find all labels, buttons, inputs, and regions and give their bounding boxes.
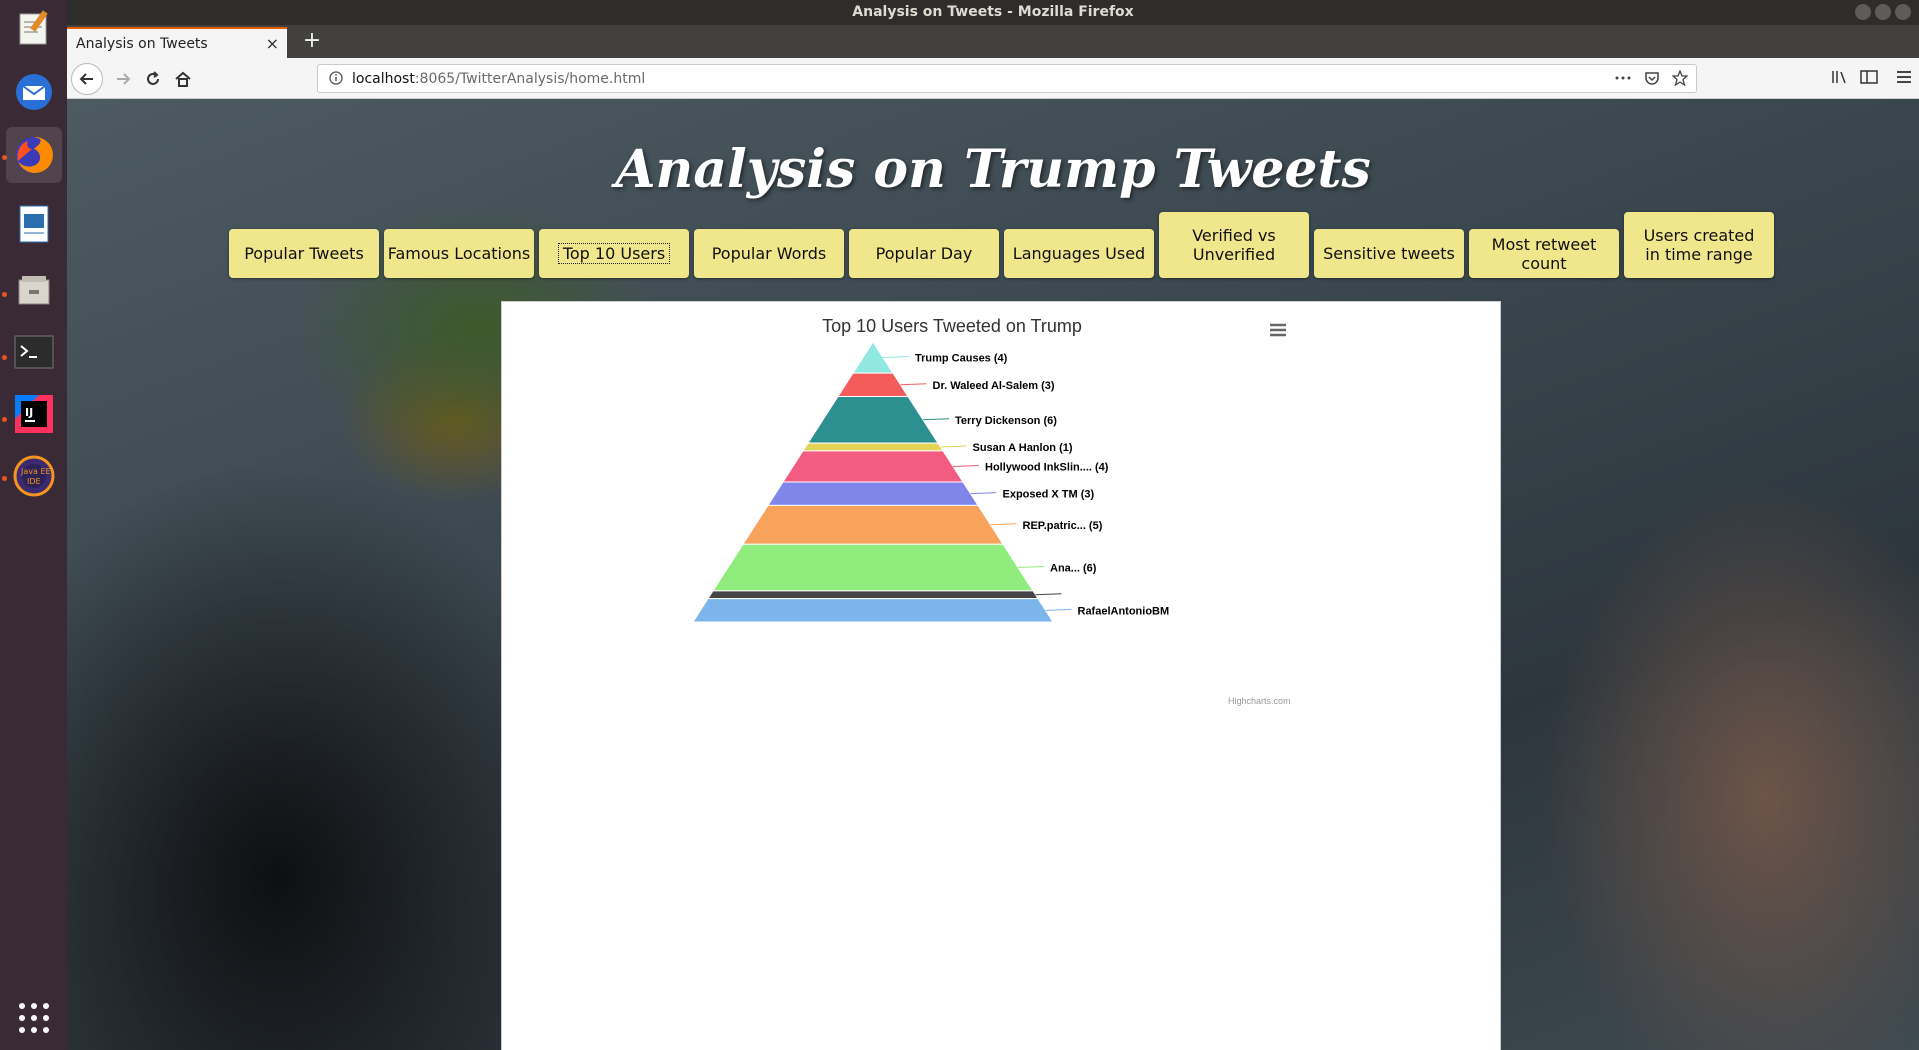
url-bar[interactable]: localhost:8065/TwitterAnalysis/home.html (317, 64, 1697, 93)
maximize-button[interactable] (1875, 4, 1891, 20)
libreoffice-impress-icon[interactable] (6, 196, 62, 252)
data-label: Trump Causes (4) (915, 353, 1008, 365)
java-ee-ide-icon[interactable]: Java EE IDE (6, 448, 62, 504)
connector-line (1017, 566, 1045, 569)
terminal-icon[interactable] (6, 324, 62, 380)
reload-icon (147, 71, 159, 85)
nav-most-retweet-count-button[interactable]: Most retweet count (1469, 229, 1619, 278)
url-path: :8065/TwitterAnalysis/home.html (414, 70, 646, 87)
data-label: Ana... (6) (1050, 563, 1097, 575)
window-titlebar: Analysis on Tweets - Mozilla Firefox (67, 0, 1919, 25)
connector-line (970, 492, 997, 495)
pyramid-segment[interactable] (692, 598, 1054, 623)
intellij-icon[interactable]: IJ (6, 386, 62, 442)
nav-top-10-users-button[interactable]: Top 10 Users (539, 229, 689, 278)
connector-line (990, 523, 1017, 526)
back-button[interactable] (71, 63, 103, 95)
pyramid-segment[interactable] (767, 481, 979, 506)
connector-line (940, 445, 967, 448)
pyramid-segment[interactable] (742, 504, 1004, 545)
nav-sensitive-tweets-button[interactable]: Sensitive tweets (1314, 229, 1464, 278)
pyramid-segment[interactable] (837, 372, 909, 397)
file-manager-icon[interactable] (6, 262, 62, 318)
url-host: localhost (352, 70, 415, 87)
chart-context-menu-icon[interactable] (1266, 320, 1290, 340)
pyramid-segment[interactable] (712, 543, 1034, 592)
back-arrow-icon (79, 73, 93, 85)
nav-famous-locations-button[interactable]: Famous Locations (384, 229, 534, 278)
nav-languages-used-button[interactable]: Languages Used (1004, 229, 1154, 278)
nav-popular-tweets-button[interactable]: Popular Tweets (229, 229, 379, 278)
pyramid-segment[interactable] (807, 395, 939, 444)
firefox-icon[interactable] (6, 127, 62, 183)
hamburger-menu-icon[interactable] (1895, 69, 1913, 89)
connector-line (922, 418, 950, 421)
chart-credits[interactable]: Highcharts.com (1228, 696, 1291, 706)
forward-arrow-icon (117, 73, 131, 85)
connector-line (1045, 608, 1072, 611)
browser-tab[interactable]: Analysis on Tweets × (67, 27, 287, 58)
nav-top-10-users-label: Top 10 Users (557, 243, 671, 264)
nav-popular-words-button[interactable]: Popular Words (694, 229, 844, 278)
pyramid-segment[interactable] (782, 450, 964, 483)
connector-line (1035, 593, 1062, 596)
pyramid-segment[interactable] (802, 442, 944, 452)
data-label: Hollywood InkSlin.... (4) (985, 461, 1109, 473)
navigation-toolbar: localhost:8065/TwitterAnalysis/home.html (67, 58, 1919, 99)
svg-text:IDE: IDE (27, 477, 41, 486)
close-tab-icon[interactable]: × (266, 34, 279, 53)
data-label: RafaelAntonioBM (1078, 605, 1170, 617)
page-actions-icon[interactable] (1614, 70, 1632, 90)
data-label: Terry Dickenson (6) (955, 415, 1057, 427)
tab-title: Analysis on Tweets (76, 35, 208, 52)
new-tab-button[interactable]: + (299, 28, 325, 54)
tab-strip: Analysis on Tweets × + (67, 25, 1919, 58)
chart-container: Trump Causes (4) Dr. Waleed Al-Salem (3) T… (501, 301, 1501, 1050)
nav-verified-vs-unverified-button[interactable]: Verified vs Unverified (1159, 212, 1309, 278)
forward-button[interactable] (109, 65, 137, 93)
data-label: REP.patric... (5) (1023, 520, 1103, 532)
svg-text:IJ: IJ (25, 406, 33, 419)
text-editor-icon[interactable] (6, 0, 62, 56)
connector-line (900, 383, 927, 386)
launcher-dock: IJ Java EE IDE (0, 0, 67, 1050)
pocket-icon[interactable] (1644, 70, 1660, 90)
show-apps-icon[interactable] (6, 990, 62, 1046)
reload-button[interactable] (139, 65, 167, 93)
minimize-button[interactable] (1855, 4, 1871, 20)
connector-line (882, 356, 910, 359)
page-content: Analysis on Trump Tweets Popular Tweets … (67, 99, 1919, 1050)
library-icon[interactable] (1831, 69, 1849, 89)
home-button[interactable] (169, 65, 197, 93)
data-label: Susan A Hanlon (1) (973, 442, 1073, 454)
close-window-button[interactable] (1895, 4, 1911, 20)
page-heading: Analysis on Trump Tweets (615, 139, 1371, 200)
pyramid-segment[interactable] (707, 590, 1039, 600)
thunderbird-icon[interactable] (6, 64, 62, 120)
bookmark-star-icon[interactable] (1671, 69, 1689, 90)
connector-line (952, 464, 980, 467)
nav-users-created-in-time-range-button[interactable]: Users created in time range (1624, 212, 1774, 278)
home-icon (175, 71, 191, 87)
window-title: Analysis on Tweets - Mozilla Firefox (852, 4, 1134, 20)
data-label: Exposed X TM (3) (1003, 489, 1095, 501)
data-label: Dr. Waleed Al-Salem (3) (933, 380, 1055, 392)
nav-popular-day-button[interactable]: Popular Day (849, 229, 999, 278)
site-info-icon[interactable] (328, 70, 344, 90)
sidebar-icon[interactable] (1860, 69, 1878, 89)
analysis-nav: Popular Tweets Famous Locations Top 10 U… (229, 212, 1789, 278)
svg-text:Java EE: Java EE (20, 467, 51, 476)
pyramid-chart: Trump Causes (4) Dr. Waleed Al-Salem (3) T… (692, 341, 1170, 623)
